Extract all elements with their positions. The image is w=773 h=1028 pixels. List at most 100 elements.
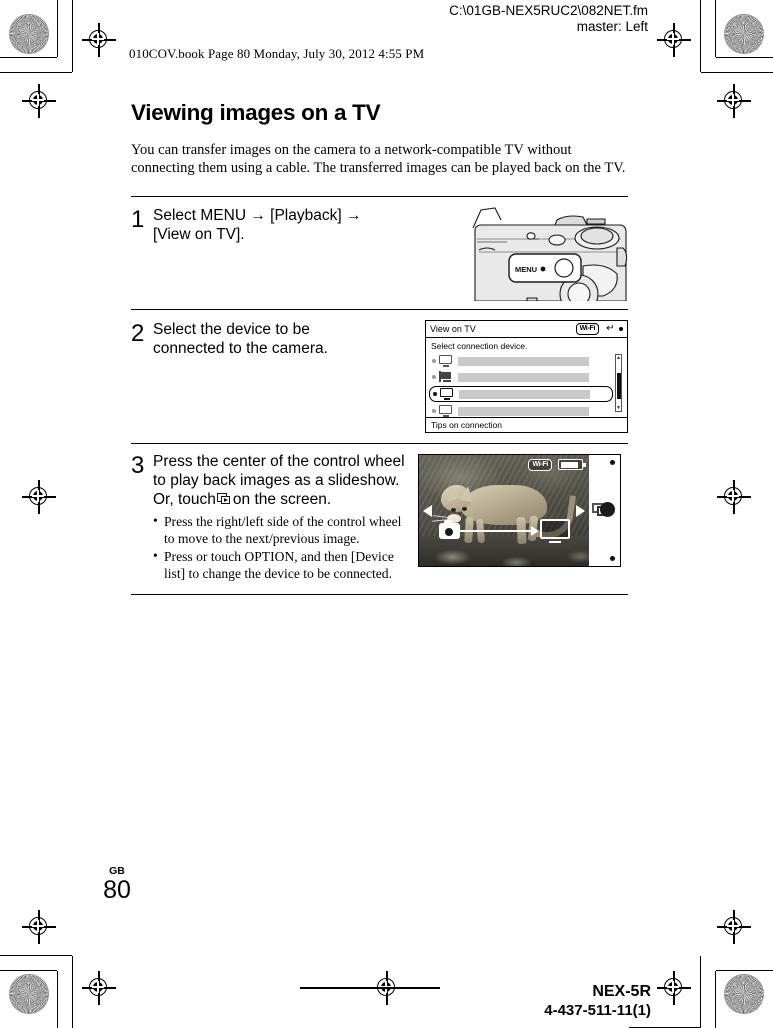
page-title: Viewing images on a TV [131, 100, 381, 125]
list-item-selected[interactable] [429, 386, 613, 402]
step-2: 2 Select the device to be connected to t… [131, 310, 628, 443]
crop-line-top-left-v2 [72, 0, 74, 72]
registration-mark-bottom-right [657, 971, 691, 1005]
step-3-bullets: Press the right/left side of the control… [153, 512, 408, 582]
back-arrow-icon[interactable]: ↵ [606, 324, 614, 334]
touch-panel-sidebar [589, 455, 620, 567]
registration-mark-upper-right [717, 84, 751, 118]
scrollbar-thumb[interactable] [616, 373, 621, 399]
step-3-text: Press the center of the control wheel to… [153, 452, 408, 509]
tv-icon [439, 355, 454, 367]
scroll-down-arrow-icon[interactable]: ▼ [616, 405, 621, 411]
book-print-stamp: 010COV.book Page 80 Monday, July 30, 201… [129, 46, 425, 61]
tv-screen-footer[interactable]: Tips on connection [426, 417, 627, 432]
device-name-placeholder-bar [459, 389, 590, 399]
intro-paragraph: You can transfer images on the camera to… [131, 142, 626, 177]
crop-line-top-left-h2 [0, 72, 72, 74]
tv-screen-body: Select connection device. ▲ ▼ [426, 338, 627, 417]
step-1-number: 1 [131, 205, 145, 233]
step-1-figure: MENU [471, 206, 628, 301]
cat-eye [451, 508, 456, 513]
print-calibration-starburst-top-right [724, 14, 764, 54]
slideshow-touch-icon[interactable] [592, 501, 616, 519]
crop-line-bottom-right-h [716, 969, 773, 971]
page-number-block: GB 80 [99, 866, 135, 904]
device-name-placeholder-bar [458, 406, 589, 416]
file-path-text: C:\01GB-NEX5RUC2\082NET.fm [449, 3, 648, 18]
divider-below-step-3 [131, 593, 628, 595]
crop-line-top-right-v [714, 0, 716, 57]
list-item[interactable] [431, 370, 623, 384]
step-3-number: 3 [131, 452, 145, 480]
crop-line-top-right-h2 [701, 72, 773, 74]
master-side-text: master: Left [576, 19, 648, 34]
list-item: Press the right/left side of the control… [153, 512, 408, 547]
wifi-icon: Wi-Fi [528, 459, 552, 472]
photo-area: Wi-Fi [419, 455, 589, 567]
crop-line-bottom-left-v2 [72, 956, 74, 1028]
crop-line-top-left-h [0, 57, 57, 59]
menu-button-label: MENU [515, 265, 537, 274]
camera-icon [439, 520, 460, 540]
camera-illustration: MENU [471, 206, 628, 301]
step-2-figure: View on TV Wi-Fi ↵ Select connection dev… [425, 320, 628, 433]
list-item[interactable] [431, 404, 623, 418]
list-item[interactable] [431, 354, 623, 368]
page-content: Viewing images on a TV You can transfer … [131, 100, 628, 595]
cat-head [431, 483, 476, 524]
print-calibration-starburst-bottom-left [9, 974, 49, 1014]
part-code: 4-437-511-11(1) [544, 1002, 651, 1019]
step-2-number: 2 [131, 320, 145, 347]
step-3-figure: Wi-Fi [418, 452, 621, 568]
playback-photo-screen: Wi-Fi [418, 454, 621, 568]
registration-mark-middle-right [717, 480, 751, 514]
model-name: NEX-5R [592, 983, 651, 1000]
prev-image-arrow-icon[interactable] [423, 505, 432, 518]
crop-line-bottom-left-v [57, 971, 59, 1028]
device-name-placeholder-bar [458, 372, 589, 382]
step-3-text-part-2: on the screen. [232, 491, 332, 509]
registration-mark-lower-left [22, 910, 56, 944]
crop-line-bottom-center [300, 987, 440, 989]
document-footer-right: NEX-5R 4-437-511-11(1) [544, 982, 651, 1020]
registration-mark-bottom-left [82, 971, 116, 1005]
next-image-arrow-icon[interactable] [576, 505, 585, 518]
step-1: 1 Select MENU → [Playback] → [View on TV… [131, 197, 628, 309]
registration-mark-upper-left [22, 84, 56, 118]
tv-icon [440, 388, 455, 400]
print-calibration-starburst-bottom-right [724, 974, 764, 1014]
tv-icon [540, 519, 570, 544]
projector-icon [439, 371, 454, 383]
battery-icon [558, 459, 586, 471]
registration-mark-lower-right [717, 910, 751, 944]
cat-whisker [432, 515, 448, 518]
step-2-text: Select the device to be connected to the… [153, 321, 328, 357]
document-header-right: C:\01GB-NEX5RUC2\082NET.fm master: Left [300, 3, 648, 35]
list-item: Press or touch OPTION, and then [Device … [153, 546, 408, 582]
cat-ear [458, 484, 476, 503]
list-bullet-icon [432, 375, 436, 379]
tv-screen-titlebar: View on TV Wi-Fi ↵ [426, 321, 627, 338]
control-dot-icon [610, 460, 615, 466]
page-number: 80 [103, 876, 131, 904]
registration-mark-top-left [82, 23, 116, 57]
tv-screen-title: View on TV [430, 324, 476, 334]
wifi-icon: Wi-Fi [575, 323, 600, 335]
step-3: 3 Press the center of the control wheel … [131, 444, 628, 594]
view-on-tv-screen: View on TV Wi-Fi ↵ Select connection dev… [425, 320, 628, 433]
control-dot-icon [610, 556, 615, 562]
device-name-placeholder-bar [458, 356, 589, 366]
crop-line-bottom-right-h2 [699, 956, 701, 1028]
slideshow-icon [216, 493, 232, 505]
scroll-up-arrow-icon[interactable]: ▲ [616, 355, 621, 361]
scrollbar[interactable]: ▲ ▼ [615, 354, 622, 412]
print-calibration-starburst-top-left [9, 14, 49, 54]
crop-line-top-right-v2 [699, 0, 701, 72]
crop-line-top-left-v [57, 0, 59, 57]
list-bullet-icon [433, 392, 437, 396]
crop-line-bottom-left-h [0, 969, 57, 971]
crop-line-bottom-right-v [714, 971, 716, 1028]
crop-line-bottom-left-h2 [0, 954, 72, 956]
tv-screen-prompt: Select connection device. [431, 341, 528, 351]
tv-icon [439, 405, 454, 417]
